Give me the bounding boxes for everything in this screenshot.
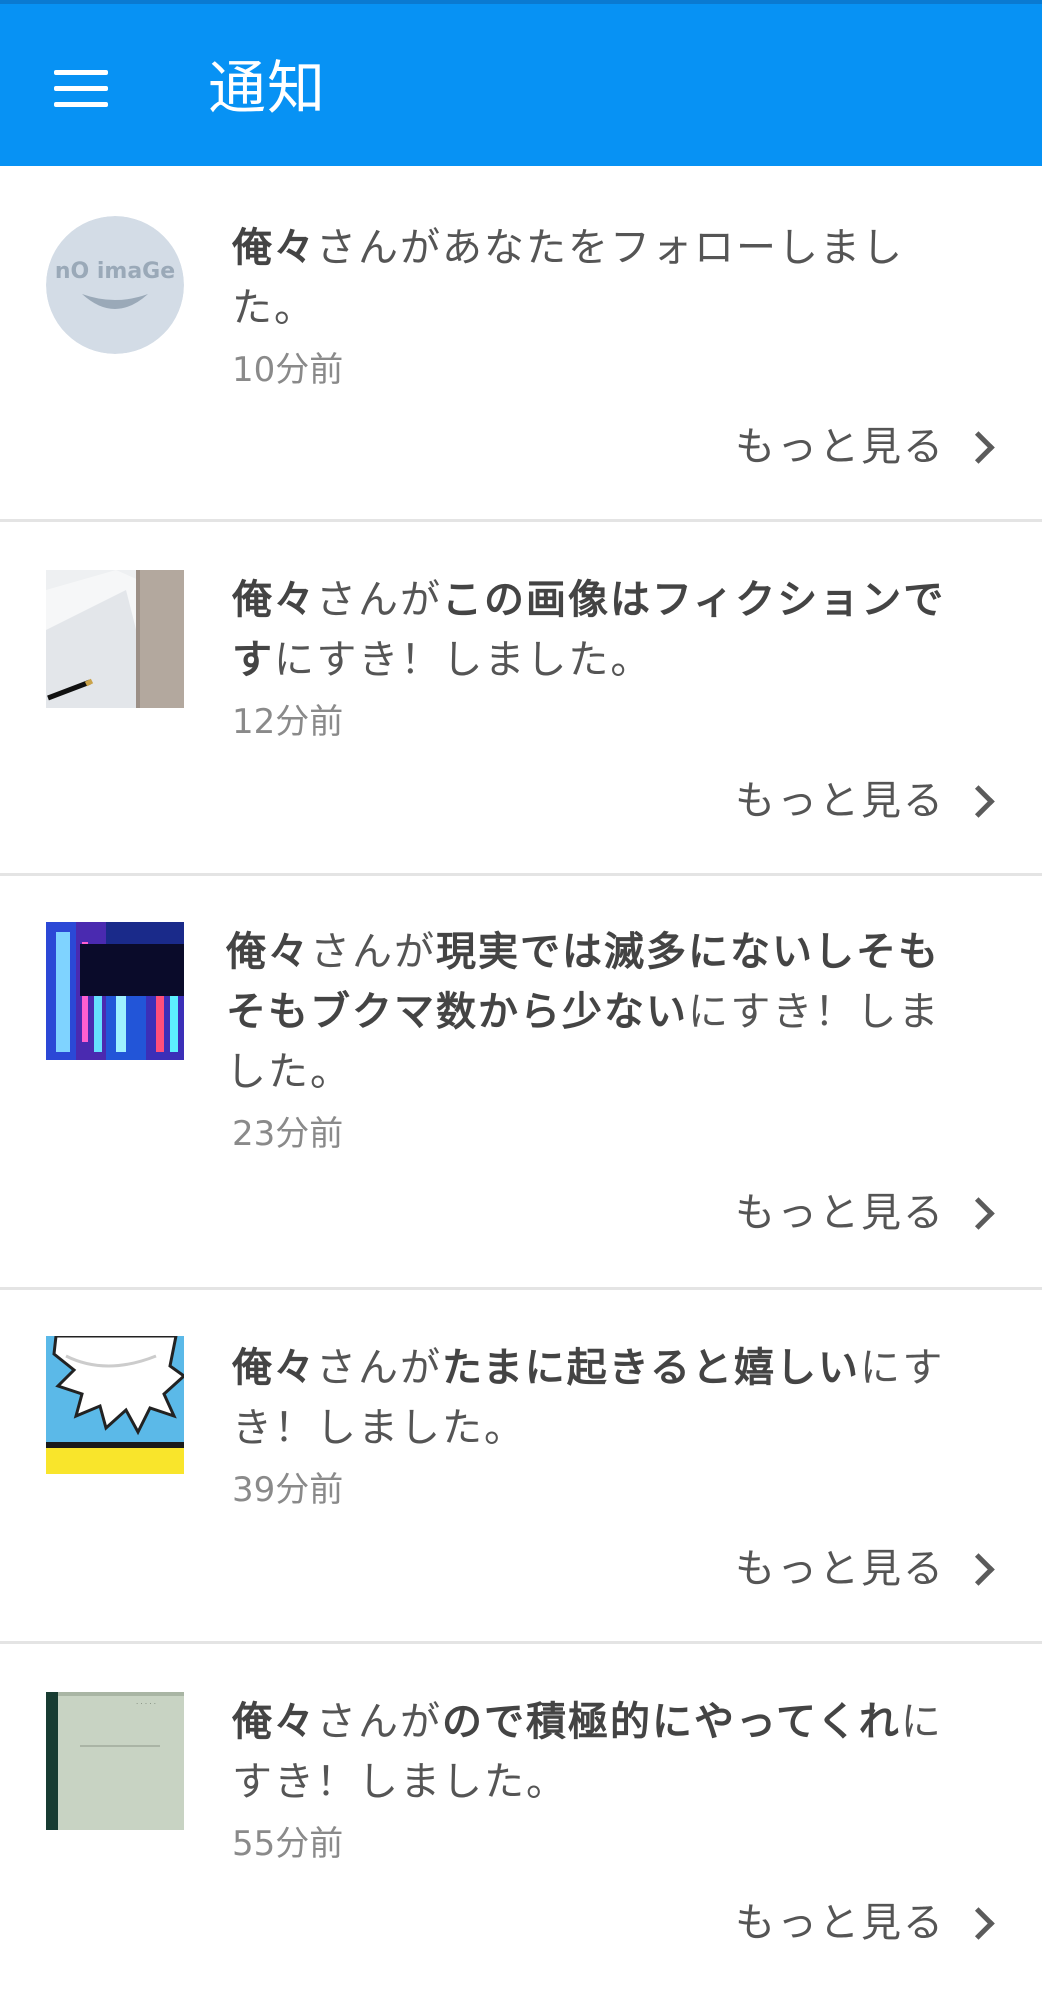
see-more-link[interactable]: もっと見る [735,1898,1000,1948]
notification-list: nO imaGe 俺々さんがあなたをフォローしました。 10分前 もっと見る 俺… [0,166,1042,2000]
hamburger-menu-icon[interactable] [36,54,126,124]
notification-item[interactable]: · · · · · 俺々さんがので積極的にやってくれにすき！しました。 55分前… [0,1644,1042,2000]
notification-item[interactable]: 俺々さんが現実では滅多にないしそもそもブクマ数から少ないにすき！しました。 23… [0,876,1042,1290]
see-more-link[interactable]: もっと見る [735,1188,1000,1238]
notification-message: 俺々さんがたまに起きると嬉しいにすき！しました。 [232,1345,945,1451]
work-title[interactable]: たまに起きると嬉しい [442,1345,860,1391]
notification-item[interactable]: 俺々さんがたまに起きると嬉しいにすき！しました。 39分前 もっと見る [0,1290,1042,1644]
notification-message: 俺々さんがあなたをフォローしました。 [232,225,904,331]
notification-time: 39分前 [232,1470,344,1510]
notification-item[interactable]: nO imaGe 俺々さんがあなたをフォローしました。 10分前 もっと見る [0,166,1042,522]
notification-message: 俺々さんがこの画像はフィクションですにすき！しました。 [232,577,946,683]
user-name[interactable]: 俺々 [232,225,316,271]
notification-time: 10分前 [232,350,344,390]
see-more-link[interactable]: もっと見る [735,1544,1000,1594]
chevron-right-icon [962,1906,995,1940]
user-name[interactable]: 俺々 [232,1345,316,1391]
user-name[interactable]: 俺々 [226,929,310,975]
svg-text:· · · · ·: · · · · · [136,1700,156,1708]
page-title: 通知 [208,54,327,122]
app-bar: 通知 [0,0,1042,166]
paper-and-pen-image[interactable] [46,570,184,708]
notification-message: 俺々さんがので積極的にやってくれにすき！しました。 [232,1699,943,1805]
svg-text:nO imaGe: nO imaGe [55,259,175,284]
notebook-cover-image[interactable]: · · · · · [46,1692,184,1830]
notification-time: 12分前 [232,702,344,742]
user-name[interactable]: 俺々 [232,577,316,623]
notification-time: 23分前 [232,1114,344,1154]
notification-time: 55分前 [232,1824,344,1864]
no-image-avatar[interactable]: nO imaGe [46,216,184,354]
chevron-right-icon [962,1552,995,1586]
user-name[interactable]: 俺々 [232,1699,316,1745]
chevron-right-icon [962,430,995,464]
work-title[interactable]: ので積極的にやってくれ [442,1699,901,1745]
see-more-link[interactable]: もっと見る [735,422,1000,472]
chevron-right-icon [962,784,995,818]
notification-item[interactable]: 俺々さんがこの画像はフィクションですにすき！しました。 12分前 もっと見る [0,522,1042,876]
chevron-right-icon [962,1196,995,1230]
see-more-link[interactable]: もっと見る [735,776,1000,826]
city-night-image[interactable] [46,922,184,1060]
comic-burst-image[interactable] [46,1336,184,1474]
notification-message: 俺々さんが現実では滅多にないしそもそもブクマ数から少ないにすき！しました。 [226,929,941,1095]
